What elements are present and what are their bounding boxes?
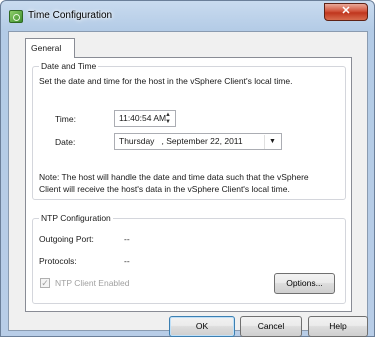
- ntp-group-title: NTP Configuration: [39, 213, 113, 223]
- note-line-2: Client will receive the host's data in t…: [39, 184, 290, 194]
- note-line-1: Note: The host will handle the date and …: [39, 172, 309, 182]
- date-label: Date:: [55, 137, 76, 147]
- spinner-arrows-icon[interactable]: ▲ ▼: [162, 112, 174, 126]
- chevron-down-icon[interactable]: ▼: [264, 135, 280, 149]
- vsphere-settings-icon: [9, 10, 23, 23]
- title-bar[interactable]: Time Configuration ✕: [1, 1, 374, 31]
- time-value: 11:40:54 AM: [119, 113, 167, 123]
- general-tab-panel: Date and Time Set the date and time for …: [25, 57, 352, 312]
- close-button[interactable]: ✕: [324, 3, 368, 21]
- ok-button[interactable]: OK: [169, 316, 235, 337]
- time-configuration-window: Time Configuration ✕ General Date and Ti…: [0, 0, 375, 337]
- cancel-button[interactable]: Cancel: [240, 316, 302, 337]
- date-time-group: Date and Time Set the date and time for …: [32, 61, 346, 200]
- options-button[interactable]: Options...: [274, 273, 335, 294]
- outgoing-port-value: --: [124, 234, 130, 244]
- date-picker[interactable]: Thursday , September 22, 2011 ▼: [114, 133, 282, 150]
- ntp-configuration-group: NTP Configuration Outgoing Port: -- Prot…: [32, 213, 346, 304]
- tab-general[interactable]: General: [25, 38, 75, 58]
- protocols-label: Protocols:: [39, 256, 77, 266]
- date-time-group-title: Date and Time: [39, 61, 99, 71]
- help-button[interactable]: Help: [308, 316, 368, 337]
- outgoing-port-label: Outgoing Port:: [39, 234, 94, 244]
- time-input[interactable]: 11:40:54 AM ▲ ▼: [114, 110, 176, 127]
- protocols-value: --: [124, 256, 130, 266]
- date-value: Thursday , September 22, 2011: [119, 136, 243, 146]
- date-time-description: Set the date and time for the host in th…: [39, 76, 293, 86]
- time-label: Time:: [55, 114, 76, 124]
- ntp-client-enabled-checkbox[interactable]: ✓: [40, 278, 50, 288]
- window-title: Time Configuration: [28, 10, 113, 21]
- ntp-client-enabled-label: NTP Client Enabled: [55, 278, 130, 288]
